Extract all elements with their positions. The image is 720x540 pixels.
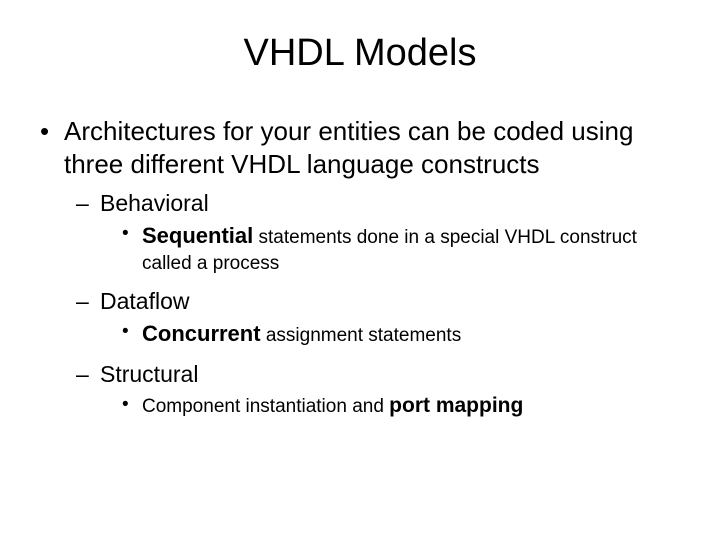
dataflow-detail: Concurrent assignment statements [118,319,684,349]
behavioral-detail: Sequential statements done in a special … [118,221,684,276]
slide-title: VHDL Models [36,32,684,75]
dataflow-rest: assignment statements [261,325,462,346]
structural-pre: Component instantiation and [142,396,389,417]
item-structural-label: Structural [100,361,198,387]
bullet-list-l1: Architectures for your entities can be c… [36,115,684,421]
bullet-main: Architectures for your entities can be c… [36,115,684,421]
structural-tail: port mapping [389,394,523,417]
item-behavioral: Behavioral Sequential statements done in… [72,188,684,276]
item-dataflow: Dataflow Concurrent assignment statement… [72,286,684,349]
bullet-list-l2: Behavioral Sequential statements done in… [64,188,684,421]
item-structural: Structural Component instantiation and p… [72,359,684,420]
slide: VHDL Models Architectures for your entit… [0,0,720,540]
dataflow-lead: Concurrent [142,321,261,346]
item-dataflow-label: Dataflow [100,288,189,314]
bullet-main-text: Architectures for your entities can be c… [64,116,633,179]
behavioral-sublist: Sequential statements done in a special … [100,221,684,276]
structural-detail: Component instantiation and port mapping [118,392,684,420]
dataflow-sublist: Concurrent assignment statements [100,319,684,349]
behavioral-lead: Sequential [142,223,253,248]
item-behavioral-label: Behavioral [100,190,209,216]
structural-sublist: Component instantiation and port mapping [100,392,684,420]
